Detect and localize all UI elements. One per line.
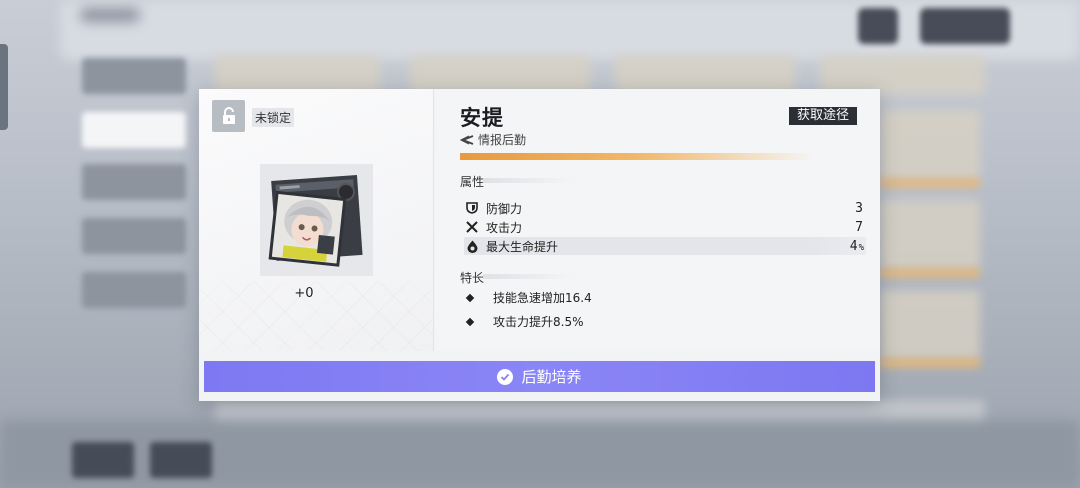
train-button-label: 后勤培养	[521, 368, 582, 386]
bg-left-button	[82, 272, 186, 308]
rarity-bar	[460, 153, 815, 160]
role-label: 情报后勤	[478, 133, 527, 147]
stat-value: 7	[855, 219, 863, 235]
bullet-icon	[465, 293, 475, 302]
crossed-swords-icon	[466, 221, 478, 233]
trait-item: 攻击力提升8.5%	[464, 313, 584, 330]
item-preview-pane: 未锁定 +0	[199, 89, 434, 351]
stat-row-max-hp: 最大生命提升 4%	[464, 237, 866, 255]
stat-name: 攻击力	[486, 220, 523, 235]
stat-value: 3	[855, 200, 863, 216]
side-drawer-handle	[0, 44, 8, 130]
item-detail-dialog: 未锁定 +0 安提 获取途径 情报后勤 属性 防御力 3 攻击力 7 最大生命提…	[199, 89, 880, 401]
intel-arrow-icon	[460, 134, 474, 145]
bg-left-button	[82, 58, 186, 94]
bg-left-button	[82, 112, 186, 148]
trait-text: 技能急速增加16.4	[493, 291, 592, 305]
divider	[483, 274, 573, 279]
divider	[483, 178, 573, 183]
check-circle-icon	[497, 368, 514, 385]
lock-icon	[222, 107, 235, 124]
stat-name: 防御力	[486, 201, 523, 216]
logistics-train-button[interactable]: 后勤培养	[204, 361, 875, 392]
bg-left-button	[82, 218, 186, 254]
character-name: 安提	[460, 106, 504, 130]
character-portrait	[260, 164, 373, 276]
lock-toggle[interactable]	[212, 100, 245, 132]
blood-drop-icon	[467, 240, 477, 253]
shield-icon	[466, 202, 478, 214]
stat-name: 最大生命提升	[486, 239, 559, 254]
bg-top-button	[920, 8, 1010, 44]
traits-title: 特长	[460, 271, 485, 285]
item-info-pane: 安提 获取途径 情报后勤 属性 防御力 3 攻击力 7 最大生命提升 4% 特长…	[435, 89, 880, 351]
trait-text: 攻击力提升8.5%	[493, 315, 584, 329]
bg-top-button	[858, 8, 898, 44]
stat-value: 4%	[849, 238, 864, 254]
stat-row-attack: 攻击力 7	[464, 218, 866, 236]
attributes-title: 属性	[460, 175, 485, 189]
stat-row-defense: 防御力 3	[464, 199, 866, 217]
role-tag: 情报后勤	[460, 131, 526, 148]
bg-bottom-button	[150, 442, 212, 478]
portrait-card-art	[268, 175, 363, 267]
bg-bottom-button	[72, 442, 134, 478]
trait-item: 技能急速增加16.4	[464, 289, 592, 306]
bullet-icon	[465, 317, 475, 326]
item-level: +0	[294, 286, 314, 301]
acquire-source-button[interactable]: 获取途径	[789, 107, 857, 125]
lock-status-label: 未锁定	[252, 108, 295, 127]
bg-left-button	[82, 164, 186, 200]
